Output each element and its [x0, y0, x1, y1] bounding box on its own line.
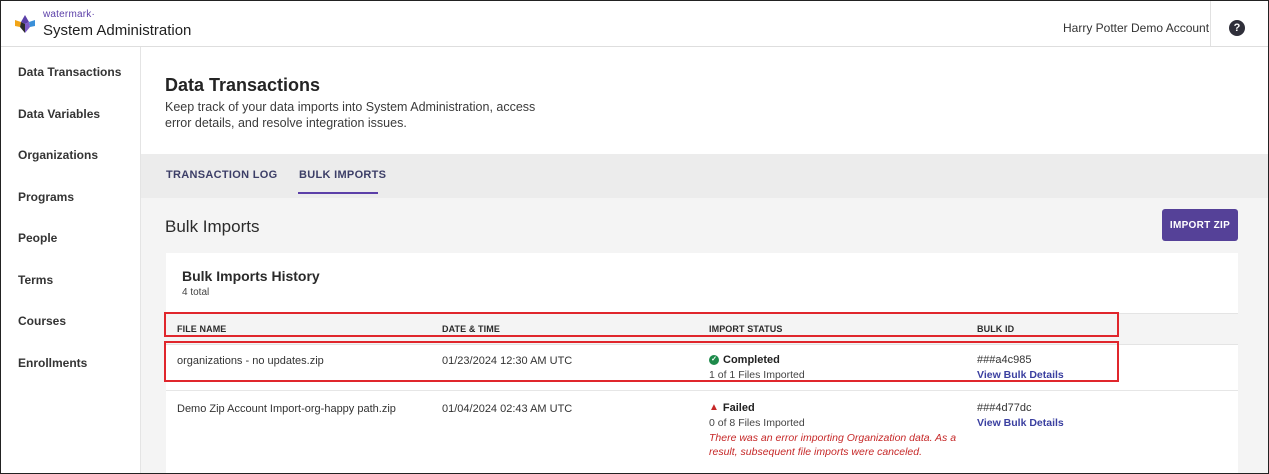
- sidebar-item-organizations[interactable]: Organizations: [18, 148, 98, 162]
- sidebar-item-programs[interactable]: Programs: [18, 190, 74, 204]
- bulk-id-cell: ###4d77dc View Bulk Details: [977, 402, 1064, 429]
- app-window: watermark· System Administration Harry P…: [0, 0, 1269, 474]
- files-imported: 0 of 8 Files Imported: [709, 417, 805, 429]
- tab-bar: TRANSACTION LOG BULK IMPORTS: [141, 154, 1268, 198]
- account-name[interactable]: Harry Potter Demo Account: [1063, 21, 1209, 35]
- card-title: Bulk Imports History: [182, 268, 320, 284]
- page-description: Keep track of your data imports into Sys…: [165, 100, 536, 130]
- active-tab-indicator: [298, 192, 378, 194]
- sidebar: Data Transactions Data Variables Organiz…: [1, 47, 141, 473]
- warning-icon: ▲: [709, 402, 719, 413]
- sidebar-item-data-variables[interactable]: Data Variables: [18, 107, 100, 121]
- top-bar: watermark· System Administration Harry P…: [1, 1, 1268, 47]
- sidebar-item-people[interactable]: People: [18, 231, 57, 245]
- file-name: Demo Zip Account Import-org-happy path.z…: [177, 403, 396, 415]
- status-label: Failed: [722, 402, 755, 414]
- import-zip-button[interactable]: IMPORT ZIP: [1162, 209, 1238, 241]
- total-count: 4 total: [182, 287, 210, 298]
- page-title: Data Transactions: [165, 75, 321, 95]
- main-content: Data Transactions Keep track of your dat…: [141, 47, 1268, 473]
- sidebar-item-terms[interactable]: Terms: [18, 273, 53, 287]
- sidebar-item-data-transactions[interactable]: Data Transactions: [18, 65, 121, 79]
- highlight-box-header: [164, 312, 1119, 337]
- table-row: Demo Zip Account Import-org-happy path.z…: [166, 391, 1238, 473]
- error-message: There was an error importing Organizatio…: [709, 432, 957, 458]
- header-divider: [1210, 1, 1211, 46]
- highlight-box-row: [164, 341, 1119, 382]
- sidebar-item-enrollments[interactable]: Enrollments: [18, 356, 87, 370]
- sidebar-item-courses[interactable]: Courses: [18, 314, 66, 328]
- import-status: ▲ Failed 0 of 8 Files Imported There was…: [709, 402, 979, 459]
- help-icon[interactable]: ?: [1229, 20, 1245, 36]
- bulk-id: ###4d77dc: [977, 402, 1032, 414]
- watermark-logo-icon: [15, 15, 35, 33]
- page-header: Data Transactions Keep track of your dat…: [141, 47, 1268, 154]
- view-bulk-details-link[interactable]: View Bulk Details: [977, 417, 1064, 429]
- tab-bulk-imports[interactable]: BULK IMPORTS: [299, 169, 386, 181]
- date-time: 01/04/2024 02:43 AM UTC: [442, 403, 573, 415]
- section-title: Bulk Imports: [165, 217, 260, 236]
- brand-wordmark: watermark·: [43, 9, 96, 20]
- tab-transaction-log[interactable]: TRANSACTION LOG: [166, 169, 277, 181]
- app-title: System Administration: [43, 22, 192, 39]
